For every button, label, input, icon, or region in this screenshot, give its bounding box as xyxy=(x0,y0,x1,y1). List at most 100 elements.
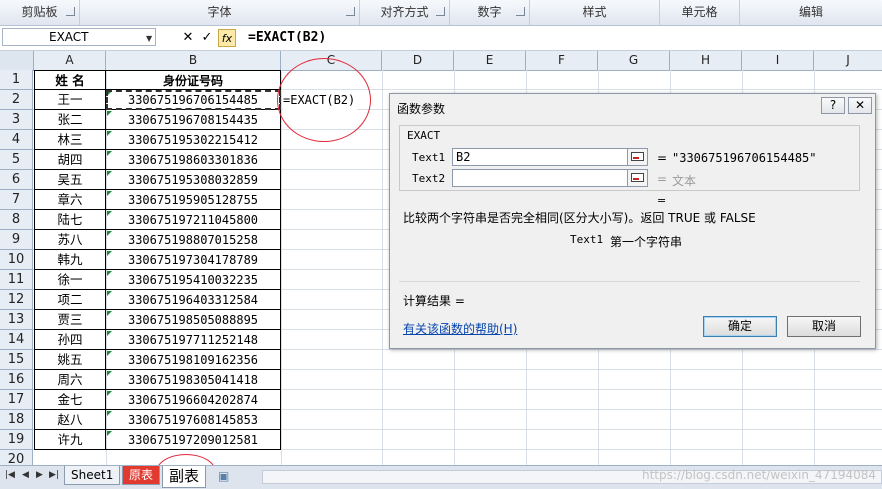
tab-sheet1[interactable]: Sheet1 xyxy=(64,466,121,485)
id-number-cell[interactable]: 330675196604202874 xyxy=(106,390,281,410)
prev-sheet-icon[interactable]: ◀ xyxy=(22,470,29,480)
formula-input[interactable]: =EXACT(B2) xyxy=(248,29,326,47)
ribbon-group-font[interactable]: 字体 xyxy=(80,0,360,25)
row-header[interactable]: 4 xyxy=(0,130,33,150)
dialog-close-button[interactable]: ✕ xyxy=(848,97,872,114)
last-sheet-icon[interactable]: ▶| xyxy=(49,470,59,480)
column-header[interactable]: D xyxy=(382,51,454,70)
id-number-cell[interactable]: 330675196708154435 xyxy=(106,110,281,130)
row-header[interactable]: 7 xyxy=(0,190,33,210)
arg-text2-input[interactable] xyxy=(452,169,628,187)
name-cell[interactable]: 林三 xyxy=(34,130,106,150)
first-sheet-icon[interactable]: |◀ xyxy=(5,470,15,480)
dialog-launcher-icon[interactable] xyxy=(436,7,445,16)
row-header[interactable]: 8 xyxy=(0,210,33,230)
cancel-button[interactable]: 取消 xyxy=(787,316,861,337)
row-header[interactable]: 5 xyxy=(0,150,33,170)
id-number-cell[interactable]: 330675197608145853 xyxy=(106,410,281,430)
name-cell[interactable]: 金七 xyxy=(34,390,106,410)
dialog-help-button[interactable]: ? xyxy=(821,97,845,114)
name-cell[interactable]: 姚五 xyxy=(34,350,106,370)
column-header[interactable]: F xyxy=(526,51,598,70)
id-number-cell[interactable]: 330675195410032235 xyxy=(106,270,281,290)
id-number-cell[interactable]: 330675197211045800 xyxy=(106,210,281,230)
row-header[interactable]: 16 xyxy=(0,370,33,390)
dialog-launcher-icon[interactable] xyxy=(66,7,75,16)
id-number-cell[interactable]: 330675196403312584 xyxy=(106,290,281,310)
row-header[interactable]: 12 xyxy=(0,290,33,310)
id-number-cell[interactable]: 330675198109162356 xyxy=(106,350,281,370)
insert-function-button[interactable]: fx xyxy=(218,29,236,47)
name-cell[interactable]: 王一 xyxy=(34,90,106,110)
row-header[interactable]: 11 xyxy=(0,270,33,290)
id-number-cell[interactable]: 330675197209012581 xyxy=(106,430,281,450)
insert-sheet-icon[interactable]: ▣ xyxy=(218,469,229,483)
ribbon-group-cells[interactable]: 单元格 xyxy=(660,0,740,25)
enter-icon[interactable]: ✓ xyxy=(198,29,216,47)
name-cell[interactable]: 周六 xyxy=(34,370,106,390)
id-number-cell[interactable]: 330675195308032859 xyxy=(106,170,281,190)
function-help-link[interactable]: 有关该函数的帮助(H) xyxy=(403,320,517,337)
next-sheet-icon[interactable]: ▶ xyxy=(36,470,43,480)
name-cell[interactable]: 张二 xyxy=(34,110,106,130)
row-header[interactable]: 10 xyxy=(0,250,33,270)
name-cell[interactable]: 章六 xyxy=(34,190,106,210)
name-cell[interactable]: 陆七 xyxy=(34,210,106,230)
cancel-icon[interactable]: ✕ xyxy=(179,29,197,47)
id-number-cell[interactable]: 330675195302215412 xyxy=(106,130,281,150)
name-cell[interactable]: 苏八 xyxy=(34,230,106,250)
dialog-launcher-icon[interactable] xyxy=(516,7,525,16)
tab-yuan-biao[interactable]: 原表 xyxy=(122,466,161,485)
table-header-id[interactable]: 身份证号码 xyxy=(106,70,281,90)
row-header[interactable]: 1 xyxy=(0,70,33,90)
row-header[interactable]: 3 xyxy=(0,110,33,130)
id-number-cell[interactable]: 330675197711252148 xyxy=(106,330,281,350)
collapse-dialog-button[interactable] xyxy=(627,148,648,166)
column-header[interactable]: E xyxy=(454,51,526,70)
ribbon-group-clipboard[interactable]: 剪贴板 xyxy=(0,0,80,25)
id-number-cell[interactable]: 330675197304178789 xyxy=(106,250,281,270)
column-header[interactable]: A xyxy=(34,51,106,70)
row-header[interactable]: 14 xyxy=(0,330,33,350)
row-header[interactable]: 13 xyxy=(0,310,33,330)
id-number-cell[interactable]: 330675198305041418 xyxy=(106,370,281,390)
select-all-corner[interactable] xyxy=(0,51,34,70)
name-cell[interactable]: 胡四 xyxy=(34,150,106,170)
column-header[interactable]: B xyxy=(106,51,281,70)
ribbon-group-editing[interactable]: 编辑 xyxy=(740,0,882,25)
tab-fu-biao[interactable]: 副表 xyxy=(162,466,207,488)
name-cell[interactable]: 项二 xyxy=(34,290,106,310)
id-number-cell[interactable]: 330675195905128755 xyxy=(106,190,281,210)
column-header[interactable]: G xyxy=(598,51,670,70)
column-header[interactable]: H xyxy=(670,51,742,70)
ribbon-group-styles[interactable]: 样式 xyxy=(530,0,660,25)
dialog-launcher-icon[interactable] xyxy=(346,7,355,16)
ok-button[interactable]: 确定 xyxy=(703,316,777,337)
name-cell[interactable]: 韩九 xyxy=(34,250,106,270)
id-number-cell[interactable]: 330675198505088895 xyxy=(106,310,281,330)
name-cell[interactable]: 孙四 xyxy=(34,330,106,350)
id-number-cell[interactable]: 330675198807015258 xyxy=(106,230,281,250)
name-cell[interactable]: 徐一 xyxy=(34,270,106,290)
name-cell[interactable]: 许九 xyxy=(34,430,106,450)
chevron-down-icon[interactable]: ▼ xyxy=(146,34,152,43)
row-header[interactable]: 6 xyxy=(0,170,33,190)
row-header[interactable]: 17 xyxy=(0,390,33,410)
row-header[interactable]: 2 xyxy=(0,90,33,110)
row-header[interactable]: 18 xyxy=(0,410,33,430)
column-header[interactable]: J xyxy=(814,51,882,70)
table-header-name[interactable]: 姓 名 xyxy=(34,70,106,90)
name-cell[interactable]: 赵八 xyxy=(34,410,106,430)
id-number-cell[interactable]: 330675198603301836 xyxy=(106,150,281,170)
row-header[interactable]: 9 xyxy=(0,230,33,250)
row-header[interactable]: 19 xyxy=(0,430,33,450)
ribbon-group-number[interactable]: 数字 xyxy=(450,0,530,25)
name-cell[interactable]: 贾三 xyxy=(34,310,106,330)
row-header[interactable]: 15 xyxy=(0,350,33,370)
arg-text1-input[interactable]: B2 xyxy=(452,148,628,166)
name-cell[interactable]: 吴五 xyxy=(34,170,106,190)
collapse-dialog-button[interactable] xyxy=(627,169,648,187)
name-box[interactable]: EXACT xyxy=(2,28,156,46)
ribbon-group-alignment[interactable]: 对齐方式 xyxy=(360,0,450,25)
column-header[interactable]: I xyxy=(742,51,814,70)
